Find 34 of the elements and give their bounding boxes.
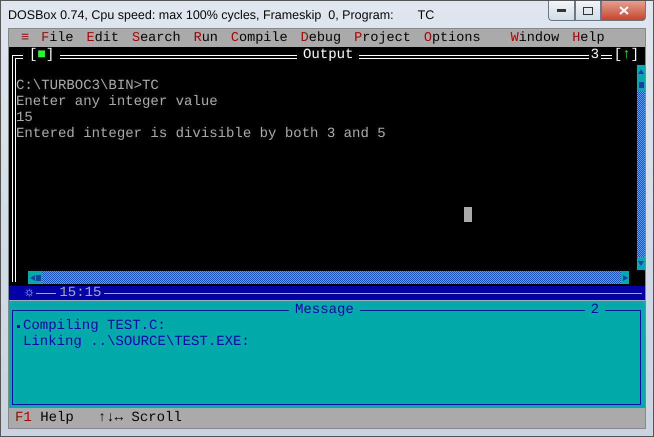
menu-item[interactable]: Search <box>132 30 181 46</box>
window-title: DOSBox 0.74, Cpu speed: max 100% cycles, Frameskip 0, Program: TC <box>8 8 434 22</box>
close-icon <box>618 6 628 15</box>
scroll-thumb[interactable] <box>28 271 42 284</box>
maximize-icon <box>583 6 593 14</box>
cursor-position: 15:15 <box>59 286 102 300</box>
maximize-button[interactable] <box>575 1 601 21</box>
menu-item[interactable]: Compile <box>230 30 288 46</box>
modified-mark: ☼ <box>25 286 34 300</box>
output-line: Eneter any integer value <box>16 94 219 110</box>
minimize-icon <box>557 9 566 12</box>
window-title: Message <box>289 302 360 318</box>
menu-item[interactable]: Edit <box>86 30 119 46</box>
horizontal-scrollbar[interactable] <box>28 271 629 284</box>
menu-item[interactable]: Window <box>510 30 560 46</box>
scroll-thumb[interactable] <box>637 78 645 91</box>
close-box[interactable]: [■] <box>23 47 60 63</box>
menu-item[interactable]: Run <box>194 30 218 46</box>
text-cursor <box>464 207 472 222</box>
menu-item[interactable]: Options <box>424 30 481 46</box>
menu-item[interactable]: Help <box>572 30 605 46</box>
output-line: 15 <box>16 110 34 126</box>
status-hint: F1 Help <box>15 410 74 426</box>
status-hint: ↑↓↔ Scroll <box>98 410 182 426</box>
close-button[interactable] <box>601 1 646 21</box>
output-line: Entered integer is divisible by both 3 and 5 <box>16 126 386 142</box>
vertical-scrollbar[interactable] <box>637 65 645 270</box>
minimize-button[interactable] <box>548 1 575 21</box>
menu-item[interactable]: Project <box>354 30 411 46</box>
menu-item[interactable]: File <box>41 30 74 46</box>
output-line: C:\TURBOC3\BIN>TC <box>16 78 160 94</box>
menu-item[interactable]: Debug <box>300 30 342 46</box>
message-line[interactable]: Linking ..\SOURCE\TEST.EXE: <box>15 334 250 350</box>
window-title: Output <box>297 47 360 63</box>
